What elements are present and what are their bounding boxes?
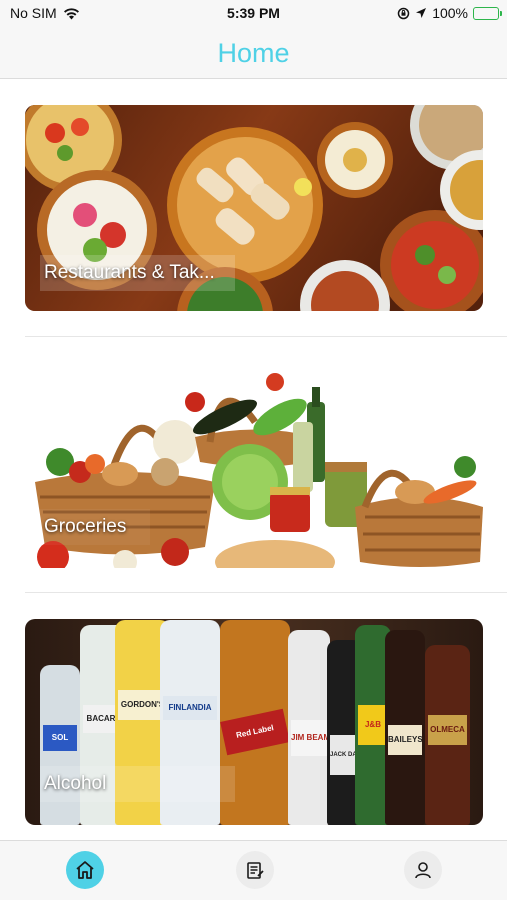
page-title: Home (217, 37, 290, 68)
divider (25, 592, 507, 593)
home-icon (76, 861, 94, 879)
navigation-header: Home (0, 28, 507, 79)
category-label: Groceries (44, 516, 127, 537)
bottle-image: OLMECA (425, 645, 470, 825)
category-card-groceries[interactable]: Groceries (25, 362, 483, 568)
battery-percentage: 100% (432, 5, 468, 21)
profile-icon (415, 862, 431, 879)
tab-home[interactable] (66, 851, 104, 889)
location-arrow-icon (416, 8, 427, 18)
category-label: Restaurants & Tak... (44, 262, 215, 283)
category-card-restaurants[interactable]: Restaurants & Tak... (25, 105, 483, 311)
tab-profile[interactable] (404, 851, 442, 889)
orientation-lock-icon (397, 7, 410, 19)
battery-icon (473, 6, 502, 20)
status-bar: No SIM 5:39 PM 100% (0, 0, 507, 28)
bottle-image: BAILEYS (385, 630, 425, 825)
tab-bar (0, 840, 507, 900)
orders-icon (247, 862, 264, 879)
category-list: Restaurants & Tak... Groceries SOL BACAR… (0, 80, 507, 840)
category-label: Alcohol (44, 773, 107, 794)
tab-orders[interactable] (236, 851, 274, 889)
divider (25, 336, 507, 337)
category-card-alcohol[interactable]: SOL BACARDI GORDON'S FINLANDIA Red Label… (25, 619, 483, 825)
bottle-image: JIM BEAM (288, 630, 330, 825)
